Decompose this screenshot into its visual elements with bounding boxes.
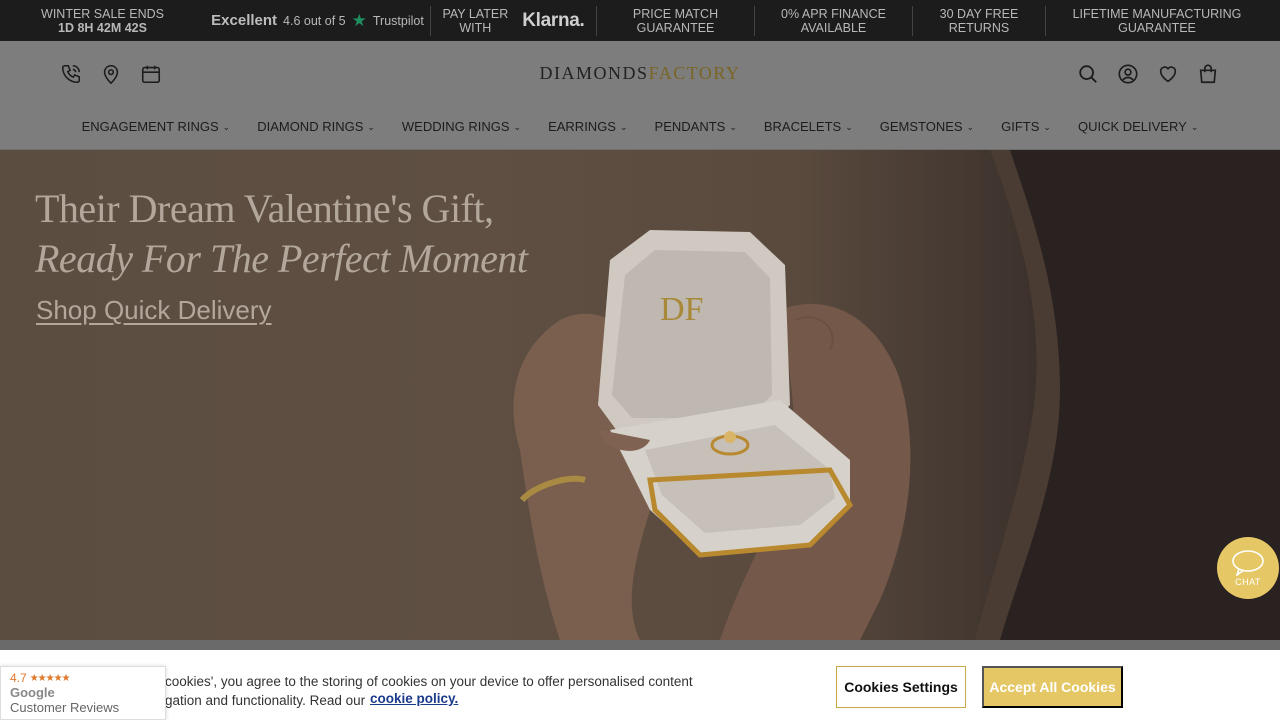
main-navigation: ENGAGEMENT RINGS ⌄ DIAMOND RINGS ⌄ WEDDING…: [0, 119, 1280, 134]
nav-gemstones[interactable]: GEMSTONES ⌄: [880, 119, 974, 134]
price-match-line1: PRICE MATCH: [632, 6, 719, 21]
chat-label: CHAT: [1235, 576, 1261, 587]
nav-label: BRACELETS: [763, 119, 842, 134]
lifetime-line2: GUARANTEE: [1118, 20, 1196, 35]
google-rating: 4.7: [10, 671, 27, 685]
nav-bracelets[interactable]: BRACELETS ⌄: [764, 119, 853, 134]
chevron-down-icon: ⌄: [367, 122, 375, 132]
lifetime-guarantee[interactable]: LIFETIME MANUFACTURING GUARANTEE: [1046, 6, 1268, 36]
chat-button[interactable]: CHAT: [1217, 537, 1279, 599]
hero-title-line2: Ready For The Perfect Moment: [35, 236, 528, 281]
cookie-policy-link[interactable]: cookie policy.: [370, 691, 458, 706]
cookies-settings-button[interactable]: Cookies Settings: [836, 666, 966, 708]
google-label: Google: [10, 685, 55, 700]
sale-countdown[interactable]: WINTER SALE ENDS 1D 8H 42M 42S: [0, 6, 205, 36]
chevron-down-icon: ⌄: [513, 122, 522, 132]
top-announcement-bar: WINTER SALE ENDS 1D 8H 42M 42S Excellent…: [0, 0, 1280, 41]
nav-earrings[interactable]: EARRINGS ⌄: [548, 119, 627, 134]
hero-title: Their Dream Valentine's Gift, Ready For …: [35, 184, 528, 284]
sale-countdown-label: WINTER SALE ENDS: [41, 6, 164, 21]
logo-diamonds: DIAMONDS: [539, 63, 649, 83]
trustpilot-widget[interactable]: Excellent 4.6 out of 5 ★ Trustpilot: [205, 6, 430, 36]
nav-label: ENGAGEMENT RINGS: [81, 119, 219, 134]
returns-line2: RETURNS: [948, 20, 1010, 35]
nav-wedding-rings[interactable]: WEDDING RINGS ⌄: [402, 119, 521, 134]
nav-quick-delivery[interactable]: QUICK DELIVERY ⌄: [1078, 119, 1198, 134]
returns-line1: 30 DAY FREE: [939, 6, 1019, 21]
account-icon[interactable]: [1117, 63, 1139, 85]
finance-line2: AVAILABLE: [800, 20, 867, 35]
hero-banner[interactable]: DF Their Dream Valentine's Gift, Ready F…: [0, 150, 1280, 640]
trustpilot-excellent: Excellent: [211, 11, 278, 29]
bag-icon[interactable]: [1197, 63, 1219, 85]
nav-engagement-rings[interactable]: ENGAGEMENT RINGS ⌄: [82, 119, 231, 134]
svg-text:DF: DF: [660, 291, 703, 328]
chevron-down-icon: ⌄: [1190, 122, 1199, 132]
nav-label: GIFTS: [1001, 119, 1040, 134]
nav-label: WEDDING RINGS: [401, 119, 510, 134]
pay-later-label: PAY LATER: [442, 6, 509, 21]
price-match-line2: GUARANTEE: [636, 20, 715, 35]
hero-title-line1: Their Dream Valentine's Gift,: [35, 186, 494, 231]
klarna-logo: Klarna.: [522, 9, 585, 31]
price-match-guarantee[interactable]: PRICE MATCH GUARANTEE: [597, 6, 754, 36]
nav-pendants[interactable]: PENDANTS ⌄: [655, 119, 737, 134]
chevron-down-icon: ⌄: [966, 122, 975, 132]
cookie-text-line1: cookies', you agree to the storing of co…: [165, 674, 693, 689]
shop-quick-delivery-link[interactable]: Shop Quick Delivery: [36, 295, 272, 326]
customer-reviews-label: Customer Reviews: [10, 700, 120, 715]
cookie-banner: cookies', you agree to the storing of co…: [0, 650, 1280, 720]
pay-later-with: WITH: [459, 20, 492, 35]
nav-label: EARRINGS: [548, 119, 616, 134]
chevron-down-icon: ⌄: [1043, 122, 1051, 132]
site-header: DIAMONDSFACTORY ENGAGEMENT RINGS ⌄ DIAMON…: [0, 41, 1280, 150]
trustpilot-rating: 4.6 out of 5: [283, 13, 346, 28]
logo-factory: FACTORY: [648, 63, 741, 83]
nav-gifts[interactable]: GIFTS ⌄: [1001, 119, 1051, 134]
trustpilot-brand: Trustpilot: [372, 13, 424, 28]
header-right-icons: [1077, 63, 1219, 85]
chat-bubble-icon: [1232, 549, 1264, 576]
klarna-pay-later[interactable]: PAY LATER WITH Klarna.: [431, 6, 596, 36]
nav-label: GEMSTONES: [879, 119, 963, 134]
chevron-down-icon: ⌄: [729, 122, 737, 132]
finance-available[interactable]: 0% APR FINANCE AVAILABLE: [755, 6, 912, 36]
google-reviews-badge[interactable]: 4.7 ★★★★★ Google Customer Reviews: [0, 666, 166, 720]
trustpilot-star-icon: ★: [351, 10, 367, 30]
nav-label: QUICK DELIVERY: [1077, 119, 1187, 134]
free-returns[interactable]: 30 DAY FREE RETURNS: [913, 6, 1045, 36]
nav-label: DIAMOND RINGS: [257, 119, 364, 134]
chevron-down-icon: ⌄: [619, 122, 628, 132]
nav-label: PENDANTS: [654, 119, 726, 134]
search-icon[interactable]: [1077, 63, 1099, 85]
chevron-down-icon: ⌄: [222, 122, 231, 132]
chevron-down-icon: ⌄: [845, 122, 853, 132]
nav-diamond-rings[interactable]: DIAMOND RINGS ⌄: [257, 119, 375, 134]
accept-all-cookies-button[interactable]: Accept All Cookies: [982, 666, 1123, 708]
lifetime-line1: LIFETIME MANUFACTURING: [1072, 6, 1242, 21]
wishlist-icon[interactable]: [1157, 63, 1179, 85]
finance-line1: 0% APR FINANCE: [781, 6, 886, 21]
rating-stars-icon: ★★★★★: [29, 672, 71, 684]
sale-countdown-timer: 1D 8H 42M 42S: [58, 20, 147, 35]
